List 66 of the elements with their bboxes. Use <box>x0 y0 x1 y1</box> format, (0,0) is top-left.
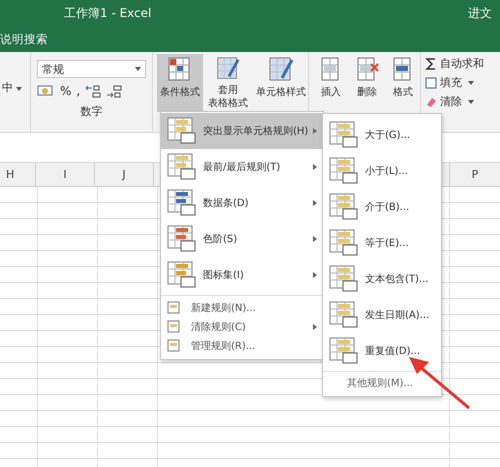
caret-icon <box>135 67 141 71</box>
percent-button[interactable]: % <box>60 84 72 98</box>
submenu-arrow-icon <box>313 324 317 330</box>
rule-icon <box>329 121 359 149</box>
ribbon-button[interactable]: 删除 <box>351 54 383 112</box>
menu-item[interactable]: 管理规则(R)... <box>161 336 323 355</box>
table-format-icon <box>215 56 241 82</box>
menu-item[interactable]: 重复值(D)... <box>323 333 441 369</box>
rule-icon <box>167 153 197 181</box>
menu-item[interactable]: 大于(G)... <box>323 117 441 153</box>
ribbon-button[interactable]: 格式 <box>387 54 419 112</box>
caret-icon <box>16 87 22 91</box>
column-header[interactable]: I <box>36 163 95 186</box>
tell-me-search[interactable]: 说明搜索 <box>0 32 48 46</box>
increase-decimal-icon[interactable] <box>85 84 102 98</box>
rule-icon <box>329 157 359 185</box>
menu-item[interactable]: 最前/最后规则(T) <box>161 149 323 185</box>
command-icon <box>425 76 437 88</box>
group-label: 数字 <box>80 104 104 119</box>
menu-item[interactable]: 小于(L)... <box>323 153 441 189</box>
menu-item[interactable]: 文本包含(T)... <box>323 261 441 297</box>
number-format-dropdown[interactable]: 常规 <box>37 60 146 78</box>
menu-item[interactable]: 图标集(I) <box>161 257 323 293</box>
decrease-decimal-icon[interactable] <box>106 84 122 98</box>
menu-item[interactable]: 其他规则(M)... <box>323 374 441 392</box>
rule-icon <box>329 301 359 329</box>
alignment-button[interactable]: 中 <box>0 80 22 95</box>
submenu-arrow-icon <box>313 164 317 170</box>
currency-icon[interactable] <box>37 84 55 98</box>
submenu-arrow-icon <box>313 272 317 278</box>
ribbon-button[interactable]: 条件格式 <box>157 54 203 112</box>
ribbon-button[interactable]: 插入 <box>315 54 347 112</box>
rule-icon <box>329 337 359 365</box>
editing-command[interactable]: 清除 <box>425 94 500 109</box>
menu-item[interactable]: 清除规则(C) <box>161 317 323 336</box>
menu-item[interactable]: 数据条(D) <box>161 185 323 221</box>
menu-item[interactable]: 发生日期(A)... <box>323 297 441 333</box>
menu-item[interactable]: 介于(B)... <box>323 189 441 225</box>
rule-icon <box>167 225 197 253</box>
column-header[interactable]: P <box>449 163 500 186</box>
rule-icon <box>167 117 197 145</box>
window-title: 工作簿1 - Excel <box>64 4 152 22</box>
command-icon <box>425 58 437 70</box>
menu-item[interactable]: 新建规则(N)... <box>161 298 323 317</box>
column-header[interactable]: J <box>95 163 154 186</box>
menu-item[interactable]: 突出显示单元格规则(H) <box>161 113 323 149</box>
rule-icon <box>167 189 197 217</box>
rule-icon <box>167 261 197 289</box>
account-name[interactable]: 进文 <box>468 4 500 22</box>
submenu-arrow-icon <box>313 200 317 206</box>
submenu-arrow-icon <box>313 128 317 134</box>
caret-icon <box>468 100 474 104</box>
ribbon-button[interactable]: 套用 表格格式 <box>205 54 251 112</box>
rule-icon <box>329 229 359 257</box>
command-icon <box>425 96 437 108</box>
caret-icon <box>468 80 474 84</box>
column-header[interactable]: H <box>0 163 36 186</box>
comma-button[interactable]: , <box>76 84 80 98</box>
menu-item[interactable]: 等于(E)... <box>323 225 441 261</box>
ribbon-button[interactable]: 单元格样式 <box>253 54 309 112</box>
editing-command[interactable]: 填充 <box>425 75 500 90</box>
menu-item[interactable]: 色阶(S) <box>161 221 323 257</box>
submenu-arrow-icon <box>313 236 317 242</box>
editing-command[interactable]: 自动求和 <box>425 56 500 71</box>
rule-icon <box>329 265 359 293</box>
rule-icon <box>329 193 359 221</box>
